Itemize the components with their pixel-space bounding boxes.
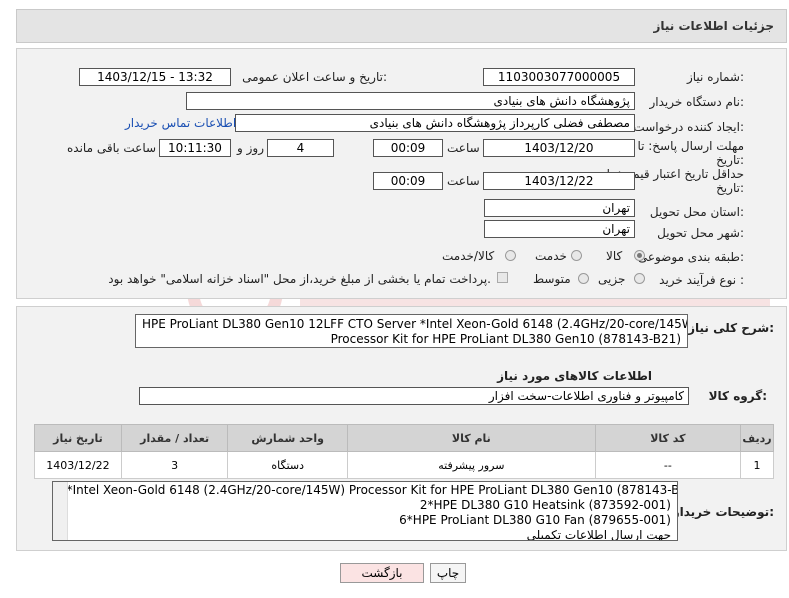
deadline-date-label: تاریخ: xyxy=(716,153,744,167)
buyer-org-label: نام دستگاه خریدار: xyxy=(649,95,745,109)
days-label: روز و xyxy=(237,141,264,155)
col-item-code: کد کالا xyxy=(594,424,741,452)
deadline-time-label: ساعت xyxy=(447,141,480,155)
category-option-goods-service: کالا/خدمت xyxy=(442,249,495,263)
buyer-note-line-4: جهت ارسال اطلاعات تکمیلی xyxy=(526,528,671,541)
province-label: استان محل تحویل: xyxy=(649,205,744,219)
process-option-medium: متوسط xyxy=(533,272,571,286)
category-label: طبقه بندی موضوعی: xyxy=(637,250,744,264)
need-number-label: شماره نیاز: xyxy=(686,70,744,84)
col-need-date: تاریخ نیاز xyxy=(34,424,122,452)
announce-field: 1403/12/15 - 13:32 xyxy=(79,68,231,86)
goods-section-title: اطلاعات کالاهای مورد نیاز xyxy=(497,369,652,383)
deadline-date-field: 1403/12/20 xyxy=(483,139,635,157)
col-quantity: تعداد / مقدار xyxy=(120,424,229,452)
category-radio-goods[interactable] xyxy=(634,250,645,261)
process-option-minor: جزیی xyxy=(598,272,626,286)
process-radio-medium[interactable] xyxy=(578,273,589,284)
notes-scrollbar[interactable] xyxy=(53,482,68,540)
category-radio-goods-service[interactable] xyxy=(505,250,516,261)
col-unit: واحد شمارش xyxy=(227,424,348,452)
goods-table: تاریخ نیاز تعداد / مقدار واحد شمارش نام … xyxy=(34,424,775,479)
cell-row: 1 xyxy=(739,451,775,479)
cell-item-name: سرور پیشرفته xyxy=(346,451,596,479)
creator-label: ایجاد کننده درخواست: xyxy=(633,120,744,134)
remaining-time-field: 10:11:30 xyxy=(159,139,231,157)
description-textarea[interactable]: HPE ProLiant DL380 Gen10 12LFF CTO Serve… xyxy=(135,314,688,348)
validity-time-field: 00:09 xyxy=(373,172,443,190)
buyer-org-field: پژوهشگاه دانش های بنیادی xyxy=(186,92,635,110)
goods-table-header: تاریخ نیاز تعداد / مقدار واحد شمارش نام … xyxy=(34,424,775,452)
print-button[interactable]: چاپ xyxy=(430,563,466,583)
buyer-note-line-3: 6*HPE ProLiant DL380 G10 Fan (879655-001… xyxy=(399,513,671,527)
validity-date-field: 1403/12/22 xyxy=(483,172,635,190)
buyer-note-line-2: 2*HPE DL380 G10 Heatsink (873592-001) xyxy=(419,498,671,512)
province-field: تهران xyxy=(484,199,635,217)
city-field: تهران xyxy=(484,220,635,238)
deadline-label: مهلت ارسال پاسخ: تا xyxy=(637,139,744,153)
days-field: 4 xyxy=(267,139,334,157)
buyer-note-line-1: 2*Intel Xeon-Gold 6148 (2.4GHz/20-core/1… xyxy=(59,483,678,497)
buyer-notes-textarea[interactable]: 2*Intel Xeon-Gold 6148 (2.4GHz/20-core/1… xyxy=(52,481,678,541)
creator-field: مصطفی فضلی کارپرداز پژوهشگاه دانش های بن… xyxy=(235,114,635,132)
process-label: نوع فرآیند خرید : xyxy=(659,273,744,287)
category-option-goods: کالا xyxy=(606,249,623,263)
col-row: ردیف xyxy=(739,424,775,452)
col-item-name: نام کالا xyxy=(346,424,596,452)
cell-quantity: 3 xyxy=(120,451,229,479)
back-button[interactable]: بازگشت xyxy=(340,563,424,583)
description-line-1: HPE ProLiant DL380 Gen10 12LFF CTO Serve… xyxy=(142,317,688,331)
treasury-payment-checkbox[interactable] xyxy=(497,272,508,283)
remaining-label: ساعت باقی مانده xyxy=(67,141,157,155)
page-header: جزئیات اطلاعات نیاز xyxy=(16,9,787,43)
process-radio-minor[interactable] xyxy=(634,273,645,284)
page-title: جزئیات اطلاعات نیاز xyxy=(653,19,774,33)
goods-group-field: کامپیوتر و فناوری اطلاعات-سخت افزار xyxy=(139,387,689,405)
validity-time-label: ساعت xyxy=(447,174,480,188)
treasury-payment-note: پرداخت تمام یا بخشی از مبلغ خرید،از محل … xyxy=(108,272,491,286)
need-number-field: 1103003077000005 xyxy=(483,68,635,86)
city-label: شهر محل تحویل: xyxy=(657,226,744,240)
description-line-2: Processor Kit for HPE ProLiant DL380 Gen… xyxy=(330,332,681,346)
category-option-service: خدمت xyxy=(535,249,567,263)
cell-item-code: -- xyxy=(594,451,741,479)
description-label: شرح کلی نیاز: xyxy=(688,321,774,335)
buyer-notes-label: توضیحات خریدار: xyxy=(672,505,774,519)
announce-label: تاریخ و ساعت اعلان عمومی: xyxy=(242,70,387,84)
goods-group-label: گروه کالا: xyxy=(708,389,767,403)
validity-date-label: تاریخ: xyxy=(716,181,744,195)
table-row: 1403/12/22 3 دستگاه سرور پیشرفته -- 1 xyxy=(34,451,775,479)
cell-unit: دستگاه xyxy=(227,451,348,479)
category-radio-service[interactable] xyxy=(571,250,582,261)
deadline-time-field: 00:09 xyxy=(373,139,443,157)
buyer-contact-link[interactable]: اطلاعات تماس خریدار xyxy=(125,116,236,130)
cell-need-date: 1403/12/22 xyxy=(34,451,122,479)
